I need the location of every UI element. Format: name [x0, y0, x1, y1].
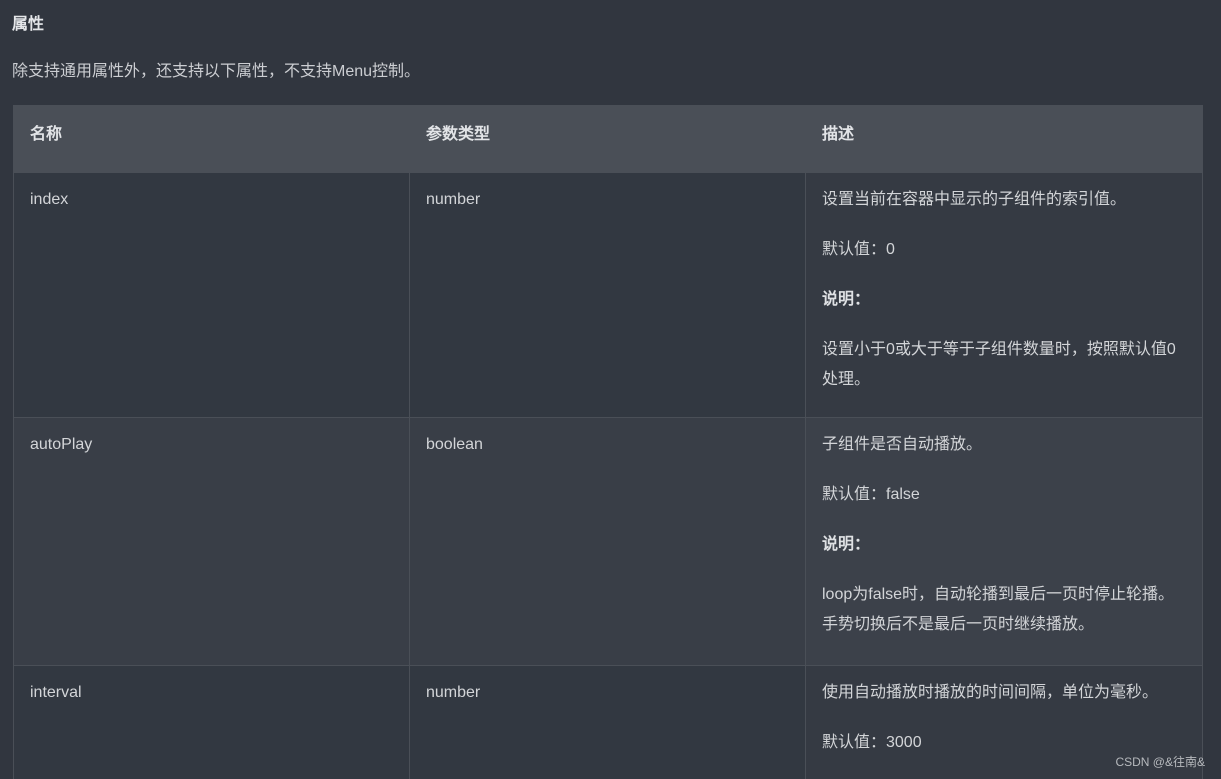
cell-description: 设置当前在容器中显示的子组件的索引值。 默认值：0 说明： 设置小于0或大于等于… [805, 172, 1203, 418]
header-name: 名称 [13, 105, 410, 173]
description-note: loop为false时，自动轮播到最后一页时停止轮播。手势切换后不是最后一页时继… [822, 586, 1175, 633]
section-intro: 除支持通用属性外，还支持以下属性，不支持Menu控制。 [12, 63, 421, 80]
cell-type: number [409, 172, 806, 418]
cell-description: 子组件是否自动播放。 默认值：false 说明： loop为false时，自动轮… [805, 417, 1203, 666]
table-row: autoPlay boolean 子组件是否自动播放。 默认值：false 说明… [13, 417, 1203, 666]
cell-name: index [13, 172, 410, 418]
description-default: 默认值：0 [822, 241, 895, 258]
description-note: 设置小于0或大于等于子组件数量时，按照默认值0处理。 [822, 341, 1176, 388]
description-note-label: 说明： [822, 536, 871, 553]
description-summary: 子组件是否自动播放。 [822, 436, 983, 453]
description-summary: 使用自动播放时播放的时间间隔，单位为毫秒。 [822, 684, 1159, 701]
doc-page: 属性 除支持通用属性外，还支持以下属性，不支持Menu控制。 名称 参数类型 描… [0, 0, 1221, 779]
properties-table: 名称 参数类型 描述 index number 设置当前在容器中显示的子组件的索… [13, 105, 1203, 779]
table-row: interval number 使用自动播放时播放的时间间隔，单位为毫秒。 默认… [13, 665, 1203, 779]
cell-name: interval [13, 665, 410, 779]
header-type: 参数类型 [409, 105, 806, 173]
description-note-label: 说明： [822, 291, 871, 308]
section-title: 属性 [12, 16, 45, 33]
table-row: index number 设置当前在容器中显示的子组件的索引值。 默认值：0 说… [13, 172, 1203, 418]
description-default: 默认值：false [822, 486, 920, 503]
header-description: 描述 [805, 105, 1203, 173]
description-summary: 设置当前在容器中显示的子组件的索引值。 [822, 191, 1127, 208]
cell-type: boolean [409, 417, 806, 666]
cell-type: number [409, 665, 806, 779]
watermark: CSDN @&往南& [1115, 755, 1205, 769]
table-header-row: 名称 参数类型 描述 [13, 105, 1203, 173]
cell-name: autoPlay [13, 417, 410, 666]
